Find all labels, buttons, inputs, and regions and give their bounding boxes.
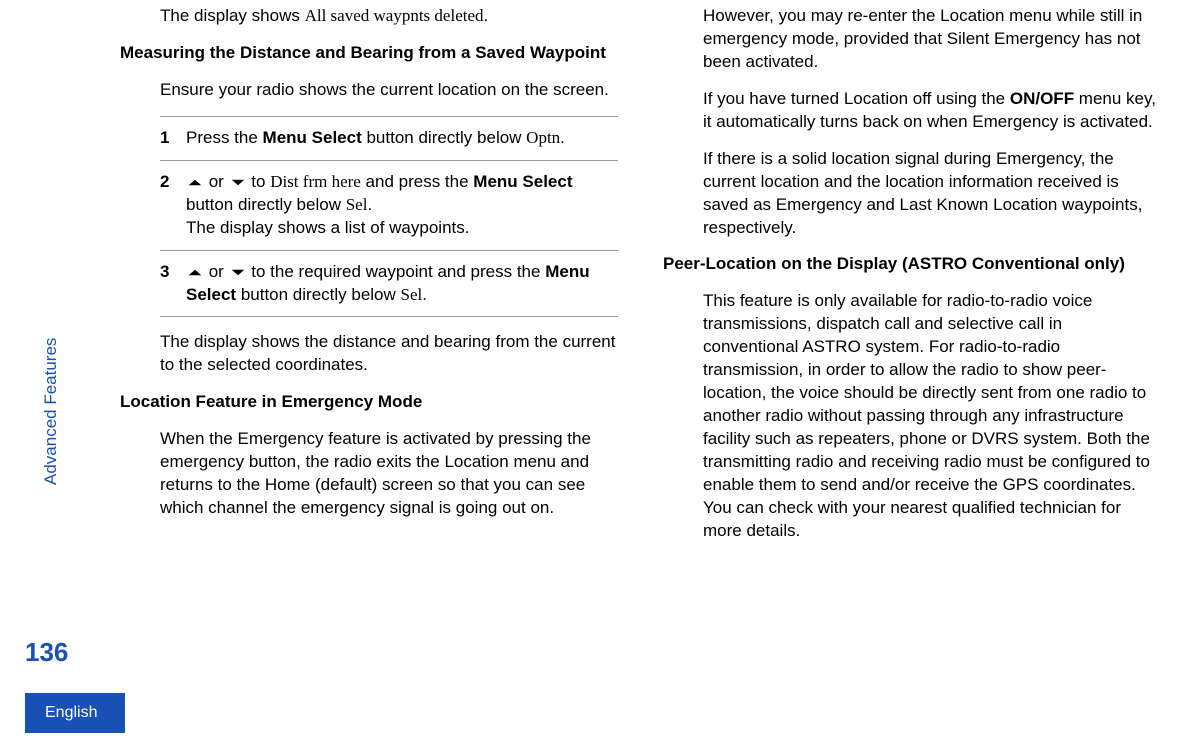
section-label: Advanced Features [40, 338, 63, 485]
language-tab: English [25, 693, 125, 733]
intro-serif: All saved waypnts deleted [305, 6, 484, 25]
heading-measuring: Measuring the Distance and Bearing from … [120, 42, 618, 65]
right-p2: If you have turned Location off using th… [663, 88, 1161, 134]
step-text: to the required waypoint and press the [247, 262, 546, 281]
right-p3: If there is a solid location signal duri… [663, 148, 1161, 240]
step-number: 2 [160, 160, 186, 250]
heading-peer: Peer-Location on the Display (ASTRO Conv… [663, 253, 1161, 276]
step-number: 3 [160, 250, 186, 317]
page-number: 136 [25, 635, 68, 670]
arrow-down-icon [229, 268, 247, 277]
step-number: 1 [160, 116, 186, 160]
step-row: 3 or to the required waypoint and press … [160, 250, 618, 317]
steps-table: 1Press the Menu Select button directly b… [160, 116, 618, 318]
after-steps: The display shows the distance and beari… [120, 331, 618, 377]
step-text: or [204, 172, 229, 191]
arrow-up-icon [186, 268, 204, 277]
step-body: or to Dist frm here and press the Menu S… [186, 160, 618, 250]
content: The display shows All saved waypnts dele… [80, 5, 1196, 746]
step-text: button directly below [236, 285, 400, 304]
step-text: Menu Select [473, 172, 572, 191]
step-text: . [367, 195, 372, 214]
step-body: or to the required waypoint and press th… [186, 250, 618, 317]
step-text: Dist frm here [270, 172, 361, 191]
step-text: to [247, 172, 271, 191]
step-text: button directly below [362, 128, 526, 147]
right-p4: This feature is only available for radio… [663, 290, 1161, 542]
step-body: Press the Menu Select button directly be… [186, 116, 618, 160]
heading-emergency: Location Feature in Emergency Mode [120, 391, 618, 414]
right-column: However, you may re-enter the Location m… [663, 5, 1161, 746]
right-p2-bold: ON/OFF [1010, 89, 1074, 108]
right-p1: However, you may re-enter the Location m… [663, 5, 1161, 74]
step-text: Sel [401, 285, 423, 304]
step-text: . [560, 128, 565, 147]
ensure-text: Ensure your radio shows the current loca… [120, 79, 618, 102]
arrow-up-icon [186, 178, 204, 187]
step-text: . [422, 285, 427, 304]
step-text: button directly below [186, 195, 346, 214]
step-text: Sel [346, 195, 368, 214]
left-column: The display shows All saved waypnts dele… [80, 5, 618, 746]
intro-prefix: The display shows [160, 6, 305, 25]
intro-line: The display shows All saved waypnts dele… [120, 5, 618, 28]
step-text: and press the [361, 172, 473, 191]
step-text: Menu Select [263, 128, 362, 147]
right-p2-pre: If you have turned Location off using th… [703, 89, 1010, 108]
steps-wrapper: 1Press the Menu Select button directly b… [120, 116, 618, 318]
step-text: Optn [526, 128, 560, 147]
step-text: or [204, 262, 229, 281]
step-row: 2 or to Dist frm here and press the Menu… [160, 160, 618, 250]
page: Advanced Features 136 English The displa… [0, 0, 1196, 746]
step-row: 1Press the Menu Select button directly b… [160, 116, 618, 160]
arrow-down-icon [229, 178, 247, 187]
intro-suffix: . [484, 6, 489, 25]
emergency-p1: When the Emergency feature is activated … [120, 428, 618, 520]
step-text: Press the [186, 128, 263, 147]
step-text: The display shows a list of waypoints. [186, 218, 469, 237]
sidebar: Advanced Features 136 English [0, 5, 80, 746]
